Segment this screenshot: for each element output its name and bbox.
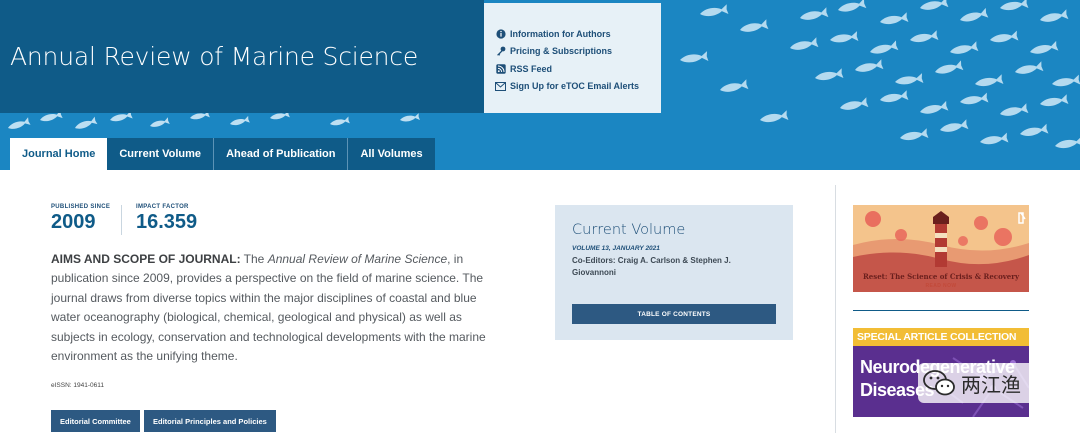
aims-heading: AIMS AND SCOPE OF JOURNAL: [51, 252, 241, 266]
tab-journal-home[interactable]: Journal Home [10, 138, 108, 170]
current-volume-card: Current Volume VOLUME 13, JANUARY 2021 C… [555, 205, 793, 340]
aims-journal-name: Annual Review of Marine Science [267, 252, 448, 266]
wechat-watermark: 两江渔 [918, 363, 1046, 403]
co-editors: Co-Editors: Craig A. Carlson & Stephen J… [572, 256, 731, 277]
reset-ad-cta: READ NOW [925, 283, 957, 289]
aims-text-before: The [240, 252, 268, 266]
etoc-alerts-link[interactable]: Sign Up for eTOC Email Alerts [495, 78, 661, 96]
key-icon [495, 46, 506, 57]
etoc-alerts-label: Sign Up for eTOC Email Alerts [510, 81, 640, 92]
aims-and-scope: AIMS AND SCOPE OF JOURNAL: The Annual Re… [51, 250, 491, 366]
tab-all-volumes[interactable]: All Volumes [348, 138, 435, 170]
published-since-label: PUBLISHED SINCE [51, 204, 111, 210]
reset-ad-caption: Reset: The Science of Crisis & Recovery [862, 272, 1020, 281]
watermark-text: 两江渔 [961, 374, 1021, 397]
envelope-icon [495, 81, 506, 92]
table-of-contents-button[interactable]: TABLE OF CONTENTS [572, 304, 776, 324]
sidebar-divider [835, 185, 836, 433]
tab-current-volume[interactable]: Current Volume [107, 138, 215, 170]
pricing-subscriptions-label: Pricing & Subscriptions [510, 46, 613, 57]
info-for-authors-link[interactable]: Information for Authors [495, 25, 661, 43]
stat-divider [121, 205, 122, 235]
volume-info: VOLUME 13, JANUARY 2021 [572, 245, 660, 252]
pricing-subscriptions-link[interactable]: Pricing & Subscriptions [495, 43, 661, 61]
aims-text-after: , in publication since 2009, provides a … [51, 252, 486, 364]
reset-collection-ad[interactable]: Reset: The Science of Crisis & Recovery … [853, 205, 1029, 292]
wechat-icon [923, 370, 955, 396]
editorial-principles-button[interactable]: Editorial Principles and Policies [144, 410, 276, 432]
journal-title: Annual Review of Marine Science [10, 42, 419, 71]
journal-nav-tabs: Journal Home Current Volume Ahead of Pub… [10, 138, 435, 170]
rss-feed-link[interactable]: RSS Feed [495, 60, 661, 78]
rss-icon [495, 63, 506, 74]
editorial-committee-button[interactable]: Editorial Committee [51, 410, 140, 432]
info-for-authors-label: Information for Authors [510, 28, 611, 39]
current-volume-title[interactable]: Current Volume [572, 222, 776, 238]
impact-factor-value: 16.359 [136, 211, 198, 233]
tab-ahead-of-publication[interactable]: Ahead of Publication [214, 138, 349, 170]
special-collection-header: SPECIAL ARTICLE COLLECTION [853, 328, 1029, 346]
sidebar-separator [853, 310, 1029, 311]
published-since-value: 2009 [51, 211, 96, 233]
impact-factor-stat: IMPACT FACTOR 16.359 [136, 204, 197, 234]
published-since-stat: PUBLISHED SINCE 2009 [51, 204, 110, 234]
eissn: eISSN: 1941-0611 [51, 382, 104, 389]
journal-title-box: Annual Review of Marine Science [0, 0, 484, 113]
info-icon [495, 28, 506, 39]
author-links-panel: Information for Authors Pricing & Subscr… [484, 3, 661, 113]
rss-feed-label: RSS Feed [510, 63, 553, 74]
journal-home-page: Annual Review of Marine Science Informat… [0, 0, 1080, 433]
impact-factor-label: IMPACT FACTOR [136, 204, 189, 210]
